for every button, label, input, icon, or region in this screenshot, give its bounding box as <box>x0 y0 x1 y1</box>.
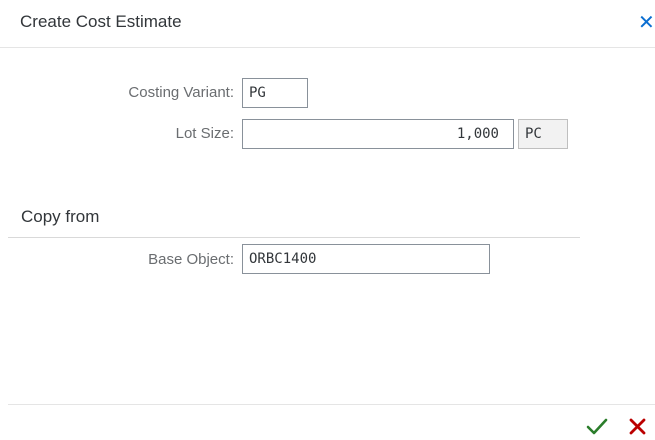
dialog-title-bar: Create Cost Estimate ✕ <box>0 0 655 48</box>
section-divider <box>8 237 580 238</box>
base-object-input[interactable]: ORBC1400 <box>242 244 490 274</box>
dialog-title: Create Cost Estimate <box>20 12 182 31</box>
cancel-icon[interactable] <box>626 413 650 439</box>
close-icon[interactable]: ✕ <box>638 10 655 36</box>
footer-divider <box>8 404 655 405</box>
base-object-label: Base Object: <box>148 251 234 268</box>
costing-variant-input[interactable]: PG <box>242 78 308 108</box>
checkmark-icon[interactable] <box>585 413 609 439</box>
copy-from-section-title: Copy from <box>21 207 100 226</box>
create-cost-estimate-dialog: Create Cost Estimate ✕ Costing Variant: … <box>0 0 655 440</box>
costing-variant-label: Costing Variant: <box>128 84 234 101</box>
lot-size-label: Lot Size: <box>175 125 234 142</box>
lot-size-unit-field: PC <box>518 119 568 149</box>
lot-size-input[interactable]: 1,000 <box>242 119 514 149</box>
